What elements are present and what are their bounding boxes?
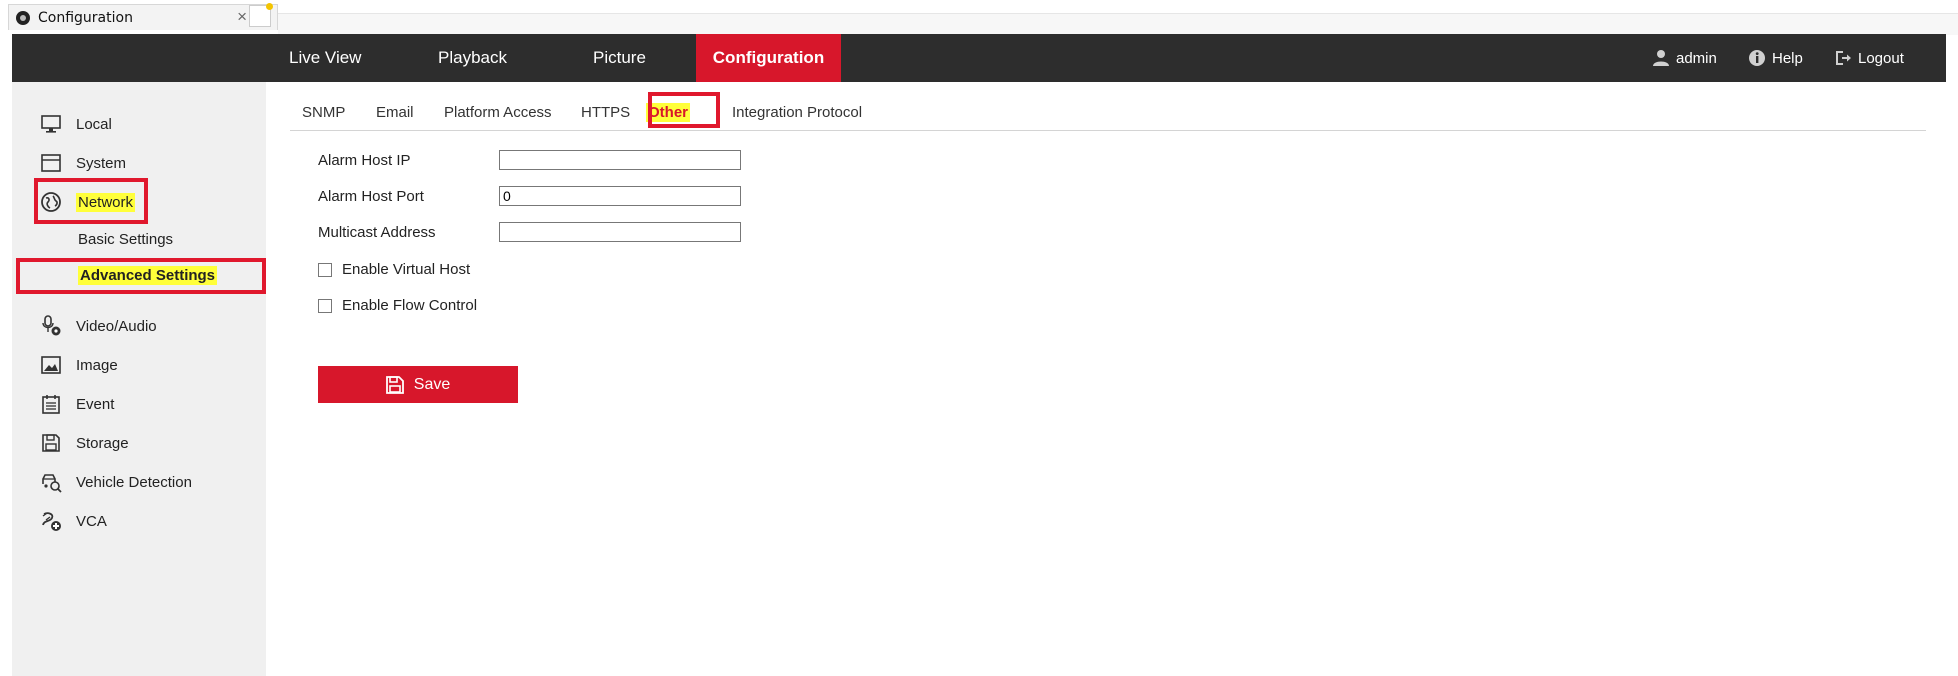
browser-tab[interactable]: Configuration × [8,3,278,30]
logout-icon [1836,51,1851,65]
vehicle-search-icon [42,474,62,493]
save-icon [385,375,404,394]
tab-platform-access[interactable]: Platform Access [444,104,552,121]
config-subtabs: SNMP Email Platform Access HTTPS Other I… [290,92,1926,131]
sidebar-item-label: Video/Audio [76,317,157,335]
sidebar-item-label: Event [76,395,115,413]
sidebar-item-image[interactable]: Image [40,352,118,378]
enable-flow-control-label: Enable Flow Control [342,297,478,314]
annotation-box-other-tab [648,92,720,128]
window-icon [41,154,61,172]
browser-toolbar-line [278,13,1958,35]
sidebar-item-system[interactable]: System [40,150,126,176]
save-button[interactable]: Save [318,366,518,403]
logout-link[interactable]: Logout [1834,34,1904,82]
sidebar-item-label: System [76,154,127,172]
user-icon [1653,50,1669,66]
alarm-host-port-label: Alarm Host Port [318,188,424,205]
top-navigation-bar: Live View Playback Picture Configuration… [12,34,1946,82]
nav-configuration[interactable]: Configuration [696,34,841,82]
annotation-box-network [34,178,148,224]
save-button-label: Save [413,375,451,393]
help-label: Help [1772,49,1803,67]
microphone-icon [42,315,61,336]
sidebar-item-label: VCA [76,512,107,530]
floppy-icon [42,434,60,452]
new-tab-icon[interactable] [249,3,273,27]
sidebar-item-label: Local [76,115,112,133]
sidebar-item-vca[interactable]: VCA [40,508,107,534]
enable-virtual-host-label: Enable Virtual Host [342,261,471,278]
sidebar-item-label: Vehicle Detection [76,473,192,491]
enable-virtual-host-checkbox[interactable] [318,263,332,277]
vca-icon [42,512,61,531]
tab-email[interactable]: Email [376,104,414,121]
logout-label: Logout [1858,49,1904,67]
alarm-host-ip-label: Alarm Host IP [318,152,411,169]
alarm-host-ip-input[interactable] [499,150,741,170]
enable-flow-control-checkbox[interactable] [318,299,332,313]
favicon-icon [16,10,30,25]
alarm-host-port-input[interactable] [499,186,741,206]
sidebar-item-video-audio[interactable]: Video/Audio [40,313,157,339]
sidebar-item-label: Image [76,356,118,374]
sidebar-item-storage[interactable]: Storage [40,430,129,456]
multicast-address-input[interactable] [499,222,741,242]
user-name: admin [1676,49,1717,67]
tab-snmp[interactable]: SNMP [302,104,345,121]
multicast-address-label: Multicast Address [318,224,436,241]
info-icon [1749,50,1765,66]
sidebar-item-label: Storage [76,434,129,452]
tab-integration-protocol[interactable]: Integration Protocol [732,104,862,121]
user-menu[interactable]: admin [1652,34,1717,82]
help-link[interactable]: Help [1748,34,1803,82]
nav-playback[interactable]: Playback [438,34,507,82]
close-icon[interactable]: × [237,7,247,27]
browser-tab-strip: Configuration × [0,0,1958,35]
sidebar-item-local[interactable]: Local [40,111,112,137]
calendar-icon [42,395,60,414]
sidebar-subitem-basic-settings[interactable]: Basic Settings [78,231,173,248]
sidebar-item-vehicle-detection[interactable]: Vehicle Detection [40,469,192,495]
nav-picture[interactable]: Picture [593,34,646,82]
sidebar-item-event[interactable]: Event [40,391,114,417]
monitor-icon [41,115,61,133]
image-icon [41,356,61,374]
sidebar: Local System Network Basic Settings Adva… [12,82,266,676]
tab-https[interactable]: HTTPS [581,104,630,121]
nav-live-view[interactable]: Live View [289,34,361,82]
browser-tab-title: Configuration [38,9,133,26]
annotation-box-advanced-settings [16,258,266,294]
